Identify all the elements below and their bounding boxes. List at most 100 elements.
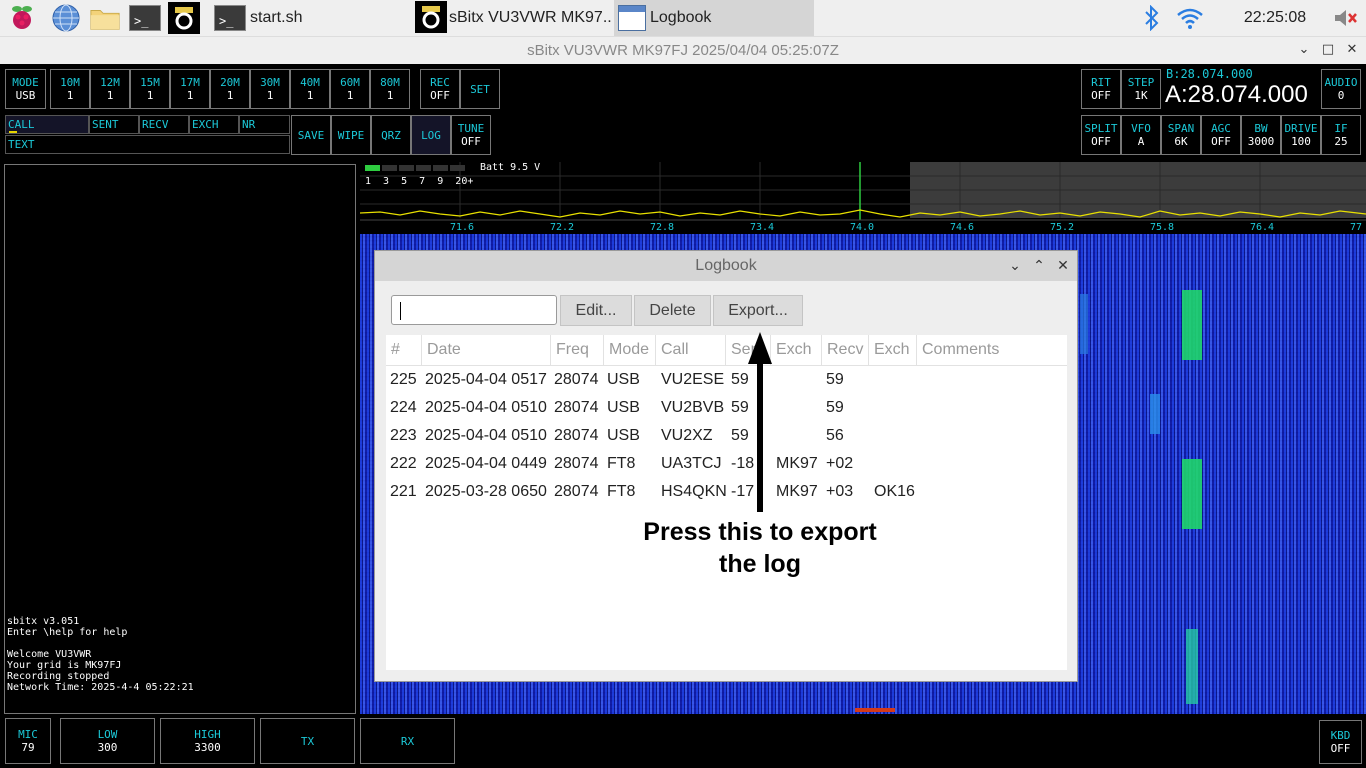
if-button[interactable]: IF 25 xyxy=(1321,115,1361,155)
band-value: 1 xyxy=(346,89,354,102)
band-40m-button[interactable]: 40M 1 xyxy=(290,69,330,109)
drive-value: 100 xyxy=(1291,135,1311,148)
cell-date: 2025-04-04 0510 xyxy=(425,427,547,444)
band-20m-button[interactable]: 20M 1 xyxy=(210,69,250,109)
table-row[interactable]: 225 2025-04-04 0517 28074 USB VU2ESE 59 … xyxy=(386,366,1067,394)
cell-call: VU2XZ xyxy=(661,427,713,444)
low-control[interactable]: LOW 300 xyxy=(60,718,155,764)
band-80m-button[interactable]: 80M 1 xyxy=(370,69,410,109)
drive-button[interactable]: DRIVE 100 xyxy=(1281,115,1321,155)
search-input[interactable] xyxy=(391,295,557,325)
table-row[interactable]: 221 2025-03-28 0650 28074 FT8 HS4QKN -17… xyxy=(386,478,1067,506)
vfo-a-frequency[interactable]: A:28.074.000 xyxy=(1165,81,1321,109)
kbd-button[interactable]: KBD OFF xyxy=(1319,720,1362,764)
band-17m-button[interactable]: 17M 1 xyxy=(170,69,210,109)
export-button[interactable]: Export... xyxy=(713,295,803,326)
recv-field[interactable]: RECV xyxy=(139,115,189,134)
log-button[interactable]: LOG xyxy=(411,115,451,155)
bluetooth-icon[interactable] xyxy=(1136,2,1168,34)
close-icon[interactable]: ✕ xyxy=(1340,36,1364,64)
exch-field[interactable]: EXCH xyxy=(189,115,239,134)
column-header[interactable]: Mode xyxy=(604,335,656,365)
column-header[interactable]: Exch xyxy=(771,335,822,365)
wifi-icon[interactable] xyxy=(1174,2,1206,34)
sbitx-icon xyxy=(415,1,447,35)
band-15m-button[interactable]: 15M 1 xyxy=(130,69,170,109)
minimize-icon[interactable]: ⌄ xyxy=(1292,36,1316,64)
rec-label: REC xyxy=(430,76,450,89)
rec-button[interactable]: REC OFF xyxy=(420,69,460,109)
text-label: TEXT xyxy=(8,138,35,151)
maximize-icon[interactable]: ⌃ xyxy=(1027,251,1051,281)
minimize-icon[interactable]: ⌄ xyxy=(1003,251,1027,281)
task-logbook[interactable]: Logbook xyxy=(614,0,814,36)
band-value: 1 xyxy=(106,89,114,102)
span-button[interactable]: SPAN 6K xyxy=(1161,115,1201,155)
column-header[interactable]: Date xyxy=(422,335,551,365)
span-label: SPAN xyxy=(1167,122,1195,135)
task-label: sBitx VU3VWR MK97... xyxy=(449,9,612,26)
close-icon[interactable]: ✕ xyxy=(1051,251,1075,281)
rit-button[interactable]: RIT OFF xyxy=(1081,69,1121,109)
vfo-button[interactable]: VFO A xyxy=(1121,115,1161,155)
raspberry-menu-icon[interactable] xyxy=(6,2,38,34)
column-header[interactable]: # xyxy=(386,335,422,365)
cell-num: 221 xyxy=(390,483,417,500)
step-button[interactable]: STEP 1K xyxy=(1121,69,1161,109)
nr-field[interactable]: NR xyxy=(239,115,290,134)
column-header[interactable]: Recv xyxy=(822,335,869,365)
table-row[interactable]: 224 2025-04-04 0510 28074 USB VU2BVB 59 … xyxy=(386,394,1067,422)
task-sbitx[interactable]: sBitx VU3VWR MK97... xyxy=(414,0,612,36)
band-60m-button[interactable]: 60M 1 xyxy=(330,69,370,109)
logbook-dialog: Logbook ⌄ ⌃ ✕ Edit... Delete Export... #… xyxy=(374,250,1078,682)
band-10m-button[interactable]: 10M 1 xyxy=(50,69,90,109)
edit-button[interactable]: Edit... xyxy=(560,295,632,326)
call-field[interactable]: CALL xyxy=(5,115,89,134)
set-button[interactable]: SET xyxy=(460,69,500,109)
tune-button[interactable]: TUNE OFF xyxy=(451,115,491,155)
terminal-icon[interactable]: >_ xyxy=(129,2,161,34)
band-30m-button[interactable]: 30M 1 xyxy=(250,69,290,109)
kbd-label: KBD xyxy=(1330,729,1351,742)
rec-value: OFF xyxy=(430,89,450,102)
rx-label: RX xyxy=(400,734,415,748)
cell-exch: MK97 xyxy=(776,483,818,500)
delete-button[interactable]: Delete xyxy=(634,295,711,326)
column-header[interactable]: Exch xyxy=(869,335,917,365)
clock[interactable]: 22:25:08 xyxy=(1230,0,1320,36)
mic-control[interactable]: MIC 79 xyxy=(5,718,51,764)
sent-field[interactable]: SENT xyxy=(89,115,139,134)
band-value: 1 xyxy=(386,89,394,102)
cell-date: 2025-04-04 0449 xyxy=(425,455,547,472)
rx-button[interactable]: RX xyxy=(360,718,455,764)
save-button[interactable]: SAVE xyxy=(291,115,331,155)
sent-label: SENT xyxy=(92,118,119,131)
bw-button[interactable]: BW 3000 xyxy=(1241,115,1281,155)
file-manager-icon[interactable] xyxy=(89,2,121,34)
column-header[interactable]: Call xyxy=(656,335,726,365)
band-label: 60M xyxy=(340,76,360,89)
maximize-icon[interactable]: □ xyxy=(1316,36,1340,64)
cell-call: VU2BVB xyxy=(661,399,725,416)
high-control[interactable]: HIGH 3300 xyxy=(160,718,255,764)
cell-freq: 28074 xyxy=(554,455,599,472)
audio-control[interactable]: AUDIO 0 xyxy=(1321,69,1361,109)
web-browser-icon[interactable] xyxy=(50,2,82,34)
band-12m-button[interactable]: 12M 1 xyxy=(90,69,130,109)
task-start-sh[interactable]: >_ start.sh xyxy=(212,0,408,36)
spectrum-display[interactable]: Batt 9.5 V 1 3 5 7 9 20+ 71.6 72.2 72.8 … xyxy=(360,162,1366,236)
tx-button[interactable]: TX xyxy=(260,718,355,764)
sbitx-launcher-icon[interactable] xyxy=(168,2,200,34)
column-header[interactable]: Comments xyxy=(917,335,1067,365)
split-button[interactable]: SPLIT OFF xyxy=(1081,115,1121,155)
column-header[interactable]: Freq xyxy=(551,335,604,365)
tune-label: TUNE xyxy=(457,122,485,135)
table-row[interactable]: 222 2025-04-04 0449 28074 FT8 UA3TCJ -18… xyxy=(386,450,1067,478)
volume-muted-icon[interactable] xyxy=(1330,2,1362,34)
agc-button[interactable]: AGC OFF xyxy=(1201,115,1241,155)
table-row[interactable]: 223 2025-04-04 0510 28074 USB VU2XZ 59 5… xyxy=(386,422,1067,450)
wipe-button[interactable]: WIPE xyxy=(331,115,371,155)
mode-control[interactable]: MODE USB xyxy=(5,69,46,109)
text-field[interactable]: TEXT xyxy=(5,135,290,154)
qrz-button[interactable]: QRZ xyxy=(371,115,411,155)
